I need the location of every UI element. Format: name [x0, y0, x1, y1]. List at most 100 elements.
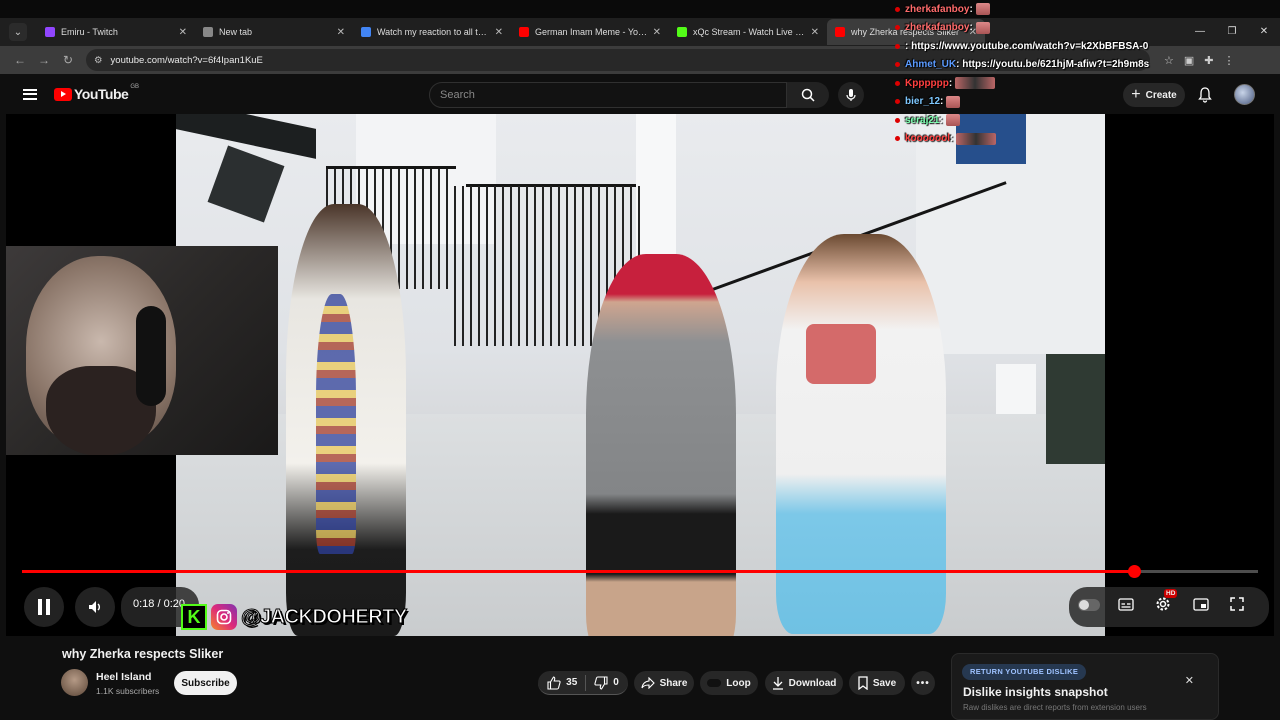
tab-close-icon[interactable]: ✕	[179, 27, 187, 38]
dislike-card-subtitle: Raw dislikes are direct reports from ext…	[963, 703, 1147, 712]
autoplay-toggle[interactable]	[1078, 599, 1100, 611]
tab-favicon-icon	[835, 27, 845, 37]
chat-text: :	[948, 77, 953, 89]
save-label: Save	[872, 677, 897, 689]
tab-title: New tab	[219, 27, 253, 37]
chat-message: seraj21:	[895, 111, 1280, 130]
captions-icon[interactable]	[1118, 598, 1134, 616]
miniplayer-icon[interactable]	[1193, 598, 1209, 616]
tab-title: Watch my reaction to all this | S	[377, 27, 491, 37]
download-label: Download	[788, 677, 837, 689]
chat-message: zherkafanboy:	[895, 19, 1280, 38]
chat-badge-icon	[895, 43, 900, 49]
progress-bar[interactable]	[22, 565, 1258, 578]
chat-username: zherkafanboy	[905, 22, 970, 34]
chat-text: :	[969, 3, 973, 15]
chat-username: Ahmet_UK	[905, 59, 957, 71]
thumbs-down-icon	[594, 675, 608, 690]
more-actions-button[interactable]: •••	[911, 671, 935, 695]
browser-tab[interactable]: Watch my reaction to all this | S ✕	[353, 19, 511, 45]
download-icon	[772, 677, 783, 690]
chat-text: :	[939, 114, 943, 126]
logo-text: YouTube	[74, 86, 129, 102]
tab-favicon-icon	[677, 27, 687, 37]
like-count: 35	[566, 677, 578, 688]
chat-message: bier_12:	[895, 93, 1280, 112]
reload-icon[interactable]: ↻	[56, 53, 80, 67]
pause-icon	[38, 599, 50, 615]
chat-message: zherkafanboy:	[895, 0, 1280, 19]
tab-close-icon[interactable]: ✕	[653, 27, 661, 38]
search-icon	[801, 88, 815, 102]
mic-icon	[846, 89, 856, 101]
browser-tab[interactable]: German Imam Meme - YouTube ✕	[511, 19, 669, 45]
subscribe-button[interactable]: Subscribe	[174, 671, 237, 695]
save-button[interactable]: Save	[849, 671, 905, 695]
dislike-insights-card: RETURN YOUTUBE DISLIKE Dislike insights …	[951, 653, 1219, 720]
chat-badge-icon	[895, 99, 900, 105]
download-button[interactable]: Download	[765, 671, 843, 695]
settings-gear-icon[interactable]	[1155, 596, 1171, 617]
share-button[interactable]: Share	[634, 671, 694, 695]
menu-icon[interactable]	[23, 86, 37, 102]
video-title: why Zherka respects Sliker	[62, 647, 224, 661]
tab-search-dropdown-icon[interactable]: ⌄	[9, 23, 27, 41]
progress-fill	[22, 570, 1135, 573]
forward-icon[interactable]: →	[32, 53, 56, 67]
chat-text: :	[969, 22, 973, 34]
chat-badge-icon	[895, 6, 900, 12]
close-icon[interactable]: ✕	[1185, 674, 1194, 687]
kick-instagram-overlay: K @JACKDOHERTY	[181, 604, 408, 630]
subscriber-count: 1.1K subscribers	[96, 686, 160, 696]
search-input[interactable]: Search	[429, 82, 787, 108]
tab-close-icon[interactable]: ✕	[495, 27, 503, 38]
chat-emote-icon	[975, 21, 990, 34]
video-player[interactable]: 0:18 / 0:20 K @JACKDOHERTY HD	[6, 114, 1274, 636]
dislike-button[interactable]: 0	[594, 675, 619, 690]
chat-username: zherkafanboy	[905, 3, 970, 15]
tab-close-icon[interactable]: ✕	[811, 27, 819, 38]
tab-close-icon[interactable]: ✕	[337, 27, 345, 38]
fullscreen-icon[interactable]	[1230, 597, 1244, 616]
progress-scrubber[interactable]	[1128, 565, 1142, 578]
chat-message: Kpppppp:	[895, 74, 1280, 93]
site-info-icon[interactable]: ⚙	[94, 55, 103, 66]
browser-tab[interactable]: New tab ✕	[195, 19, 353, 45]
tab-favicon-icon	[519, 27, 529, 37]
browser-tab[interactable]: xQc Stream - Watch Live on Kic ✕	[669, 19, 827, 45]
tab-title: xQc Stream - Watch Live on Kic	[693, 27, 807, 37]
back-icon[interactable]: ←	[8, 53, 32, 67]
search-button[interactable]	[787, 82, 829, 108]
bookmark-icon	[858, 676, 868, 690]
voice-search-button[interactable]	[838, 82, 864, 108]
more-dots-icon: •••	[916, 677, 930, 689]
chat-text: : https://youtu.be/621hjM-afiw?t=2h9m8s	[956, 59, 1150, 71]
chat-badge-icon	[895, 136, 900, 142]
video-frame[interactable]	[176, 114, 1105, 636]
dislike-count: 0	[613, 677, 619, 688]
overlay-handle: @JACKDOHERTY	[241, 605, 408, 628]
loop-button[interactable]: Loop	[700, 671, 758, 695]
like-dislike-group: 35 0	[538, 671, 628, 695]
like-button[interactable]: 35	[547, 675, 578, 690]
pause-button[interactable]	[24, 587, 64, 627]
chat-emote-icon	[955, 77, 996, 90]
chat-badge-icon	[895, 62, 900, 68]
chat-text: :	[950, 133, 954, 145]
chat-text: : https://www.youtube.com/watch?v=k2XbBF…	[905, 40, 1149, 52]
rid-badge: RETURN YOUTUBE DISLIKE	[962, 664, 1087, 680]
chat-emote-icon	[946, 95, 961, 108]
chat-message: : https://www.youtube.com/watch?v=k2XbBF…	[895, 37, 1280, 56]
channel-avatar[interactable]	[61, 669, 88, 696]
stream-chat-overlay: zherkafanboy: zherkafanboy:: https://www.…	[895, 0, 1280, 145]
channel-name[interactable]: Heel Island	[96, 671, 151, 683]
youtube-play-icon	[54, 87, 72, 101]
tab-favicon-icon	[45, 27, 55, 37]
loop-icon	[707, 679, 722, 687]
browser-tab[interactable]: Emiru - Twitch ✕	[37, 19, 195, 45]
region-label: GB	[130, 84, 139, 90]
chat-text: :	[940, 96, 944, 108]
share-label: Share	[659, 677, 688, 689]
volume-button[interactable]	[75, 587, 115, 627]
youtube-logo[interactable]: YouTube GB	[54, 84, 139, 102]
